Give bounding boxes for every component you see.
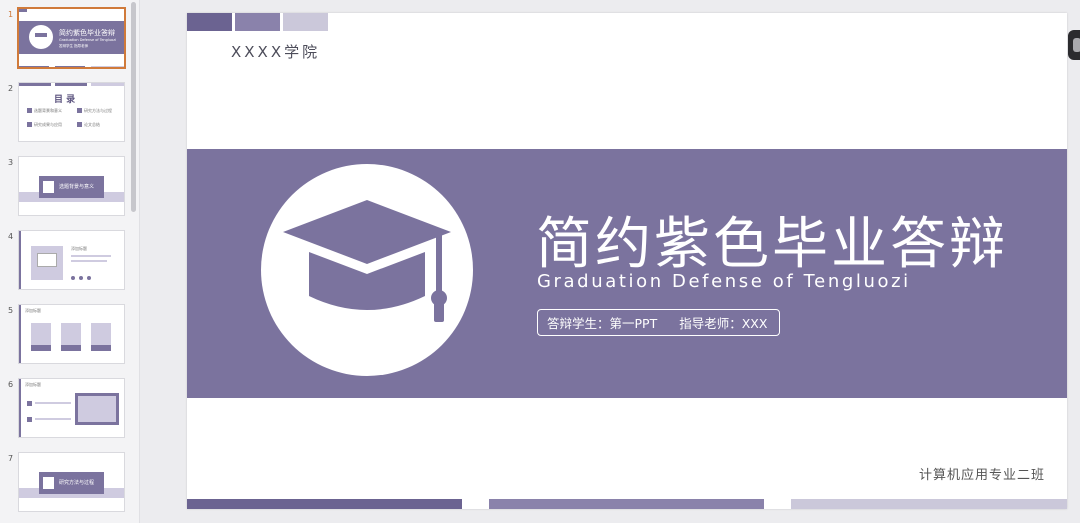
thumbnail-number: 1 (8, 10, 14, 19)
slide-thumbnail-6[interactable]: 添加标题 (18, 378, 125, 438)
slide-thumbnail-1[interactable]: 简约紫色毕业答辩 Graduation Defense of Tengluozi… (17, 7, 126, 69)
slide-thumbnail-5[interactable]: 添加标题 (18, 304, 125, 364)
thumbnail-number: 4 (8, 232, 14, 241)
thumbnail-row-7[interactable]: 7 研究方法与过程 (0, 452, 130, 516)
slide-title[interactable]: 简约紫色毕业答辩 (536, 199, 1008, 280)
bottom-accent-block-light (791, 499, 1067, 509)
thumbnail-scrollbar[interactable] (131, 2, 136, 212)
thumbnail-row-4[interactable]: 4 添加标题 (0, 230, 130, 294)
thumbnail-row-1[interactable]: 1 简约紫色毕业答辩 Graduation Defense of Tengluo… (0, 7, 130, 72)
slide-thumbnail-3[interactable]: 选题背景与意义 (18, 156, 125, 216)
advisor-label: 指导老师：XXX (679, 316, 768, 331)
major-class-label[interactable]: 计算机应用专业二班 (919, 464, 1045, 483)
bottom-accent-block-dark (187, 499, 462, 509)
slide-subtitle[interactable]: Graduation Defense of Tengluozi (537, 271, 911, 292)
slide-thumbnail-7[interactable]: 研究方法与过程 (18, 452, 125, 512)
student-label: 答辩学生：第一PPT (547, 316, 658, 331)
thumbnail-number: 3 (8, 158, 14, 167)
title-band: 简约紫色毕业答辩 Graduation Defense of Tengluozi… (187, 149, 1067, 398)
thumbnail-row-2[interactable]: 2 目 录 选题背景和意义 研究方法与过程 研究成果与应用 论文总结 (0, 82, 130, 146)
slide-thumbnail-2[interactable]: 目 录 选题背景和意义 研究方法与过程 研究成果与应用 论文总结 (18, 82, 125, 142)
top-accent-block-mid (235, 13, 280, 31)
thumbnail-row-3[interactable]: 3 选题背景与意义 (0, 156, 130, 220)
college-name[interactable]: XXXX学院 (231, 41, 320, 62)
thumbnail-number: 2 (8, 84, 14, 93)
thumbnail-number: 6 (8, 380, 14, 389)
side-panel-toggle[interactable] (1068, 30, 1080, 60)
thumbnail-row-5[interactable]: 5 添加标题 (0, 304, 130, 368)
presenter-info-box[interactable]: 答辩学生：第一PPT 指导老师：XXX (537, 309, 780, 336)
top-accent-block-dark (187, 13, 232, 31)
graduation-cap-icon (283, 200, 451, 322)
slide-thumbnail-4[interactable]: 添加标题 (18, 230, 125, 290)
cap-circle[interactable] (261, 164, 473, 376)
top-accent-block-light (283, 13, 328, 31)
thumbnail-row-6[interactable]: 6 添加标题 (0, 378, 130, 442)
thumb-cap-circle (29, 25, 53, 49)
thumbnail-number: 7 (8, 454, 14, 463)
slide-thumbnail-pane: 1 简约紫色毕业答辩 Graduation Defense of Tengluo… (0, 0, 140, 523)
bottom-accent-block-mid (489, 499, 764, 509)
thumbnail-number: 5 (8, 306, 14, 315)
slide-canvas[interactable]: XXXX学院 简约紫色毕业答辩 Graduation Defense of Te… (187, 13, 1067, 509)
